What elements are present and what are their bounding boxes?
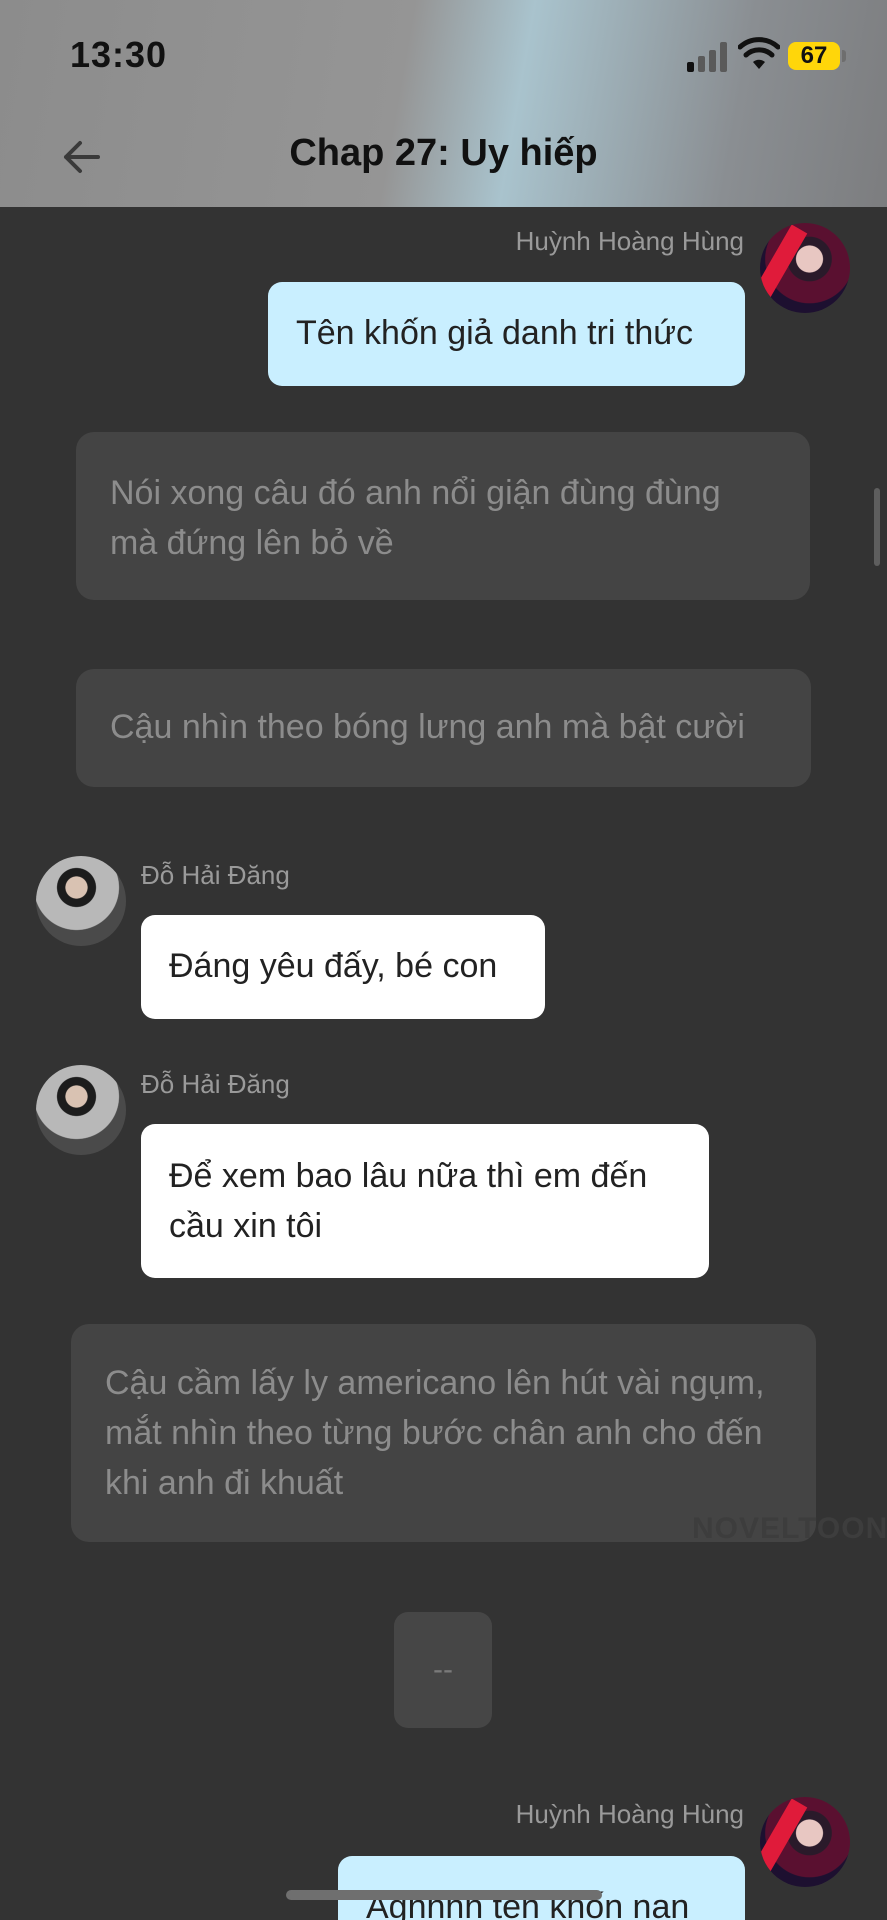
noveltoon-watermark: NOVELTOON xyxy=(692,1512,887,1545)
signal-bars-icon xyxy=(687,40,729,72)
narration-bubble: Nói xong câu đó anh nổi giận đùng đùng m… xyxy=(76,432,810,600)
avatar[interactable] xyxy=(36,856,126,946)
message-bubble-other: Để xem bao lâu nữa thì em đến cầu xin tô… xyxy=(141,1124,709,1278)
battery-level: 67 xyxy=(788,42,840,70)
narration-bubble: Cậu nhìn theo bóng lưng anh mà bật cười xyxy=(76,669,811,787)
scrollbar[interactable] xyxy=(874,488,880,566)
sender-name: Huỳnh Hoàng Hùng xyxy=(515,1799,744,1829)
wifi-icon xyxy=(738,37,780,69)
chapter-title: Chap 27: Uy hiếp xyxy=(289,132,598,174)
message-bubble-self: Aghhhh tên khốn nạn xyxy=(338,1856,745,1920)
message-bubble-other: Đáng yêu đấy, bé con xyxy=(141,915,545,1019)
avatar[interactable] xyxy=(36,1065,126,1155)
chat-screen: 13:30 67 Chap 27: Uy hiếp Huỳnh Hoàng Hù… xyxy=(0,0,887,1920)
home-indicator[interactable] xyxy=(286,1890,602,1900)
narration-bubble: Cậu cầm lấy ly americano lên hút vài ngụ… xyxy=(71,1324,816,1542)
battery-cap xyxy=(842,50,846,62)
section-separator: -- xyxy=(394,1612,492,1728)
header-bar: 13:30 67 Chap 27: Uy hiếp xyxy=(0,0,887,207)
back-arrow-icon[interactable] xyxy=(58,133,106,181)
sender-name: Đỗ Hải Đăng xyxy=(141,1069,290,1099)
sender-name: Đỗ Hải Đăng xyxy=(141,860,290,890)
avatar[interactable] xyxy=(760,223,850,313)
sender-name: Huỳnh Hoàng Hùng xyxy=(515,226,744,256)
message-bubble-self: Tên khốn giả danh tri thức xyxy=(268,282,745,386)
avatar[interactable] xyxy=(760,1797,850,1887)
status-time: 13:30 xyxy=(70,34,168,75)
